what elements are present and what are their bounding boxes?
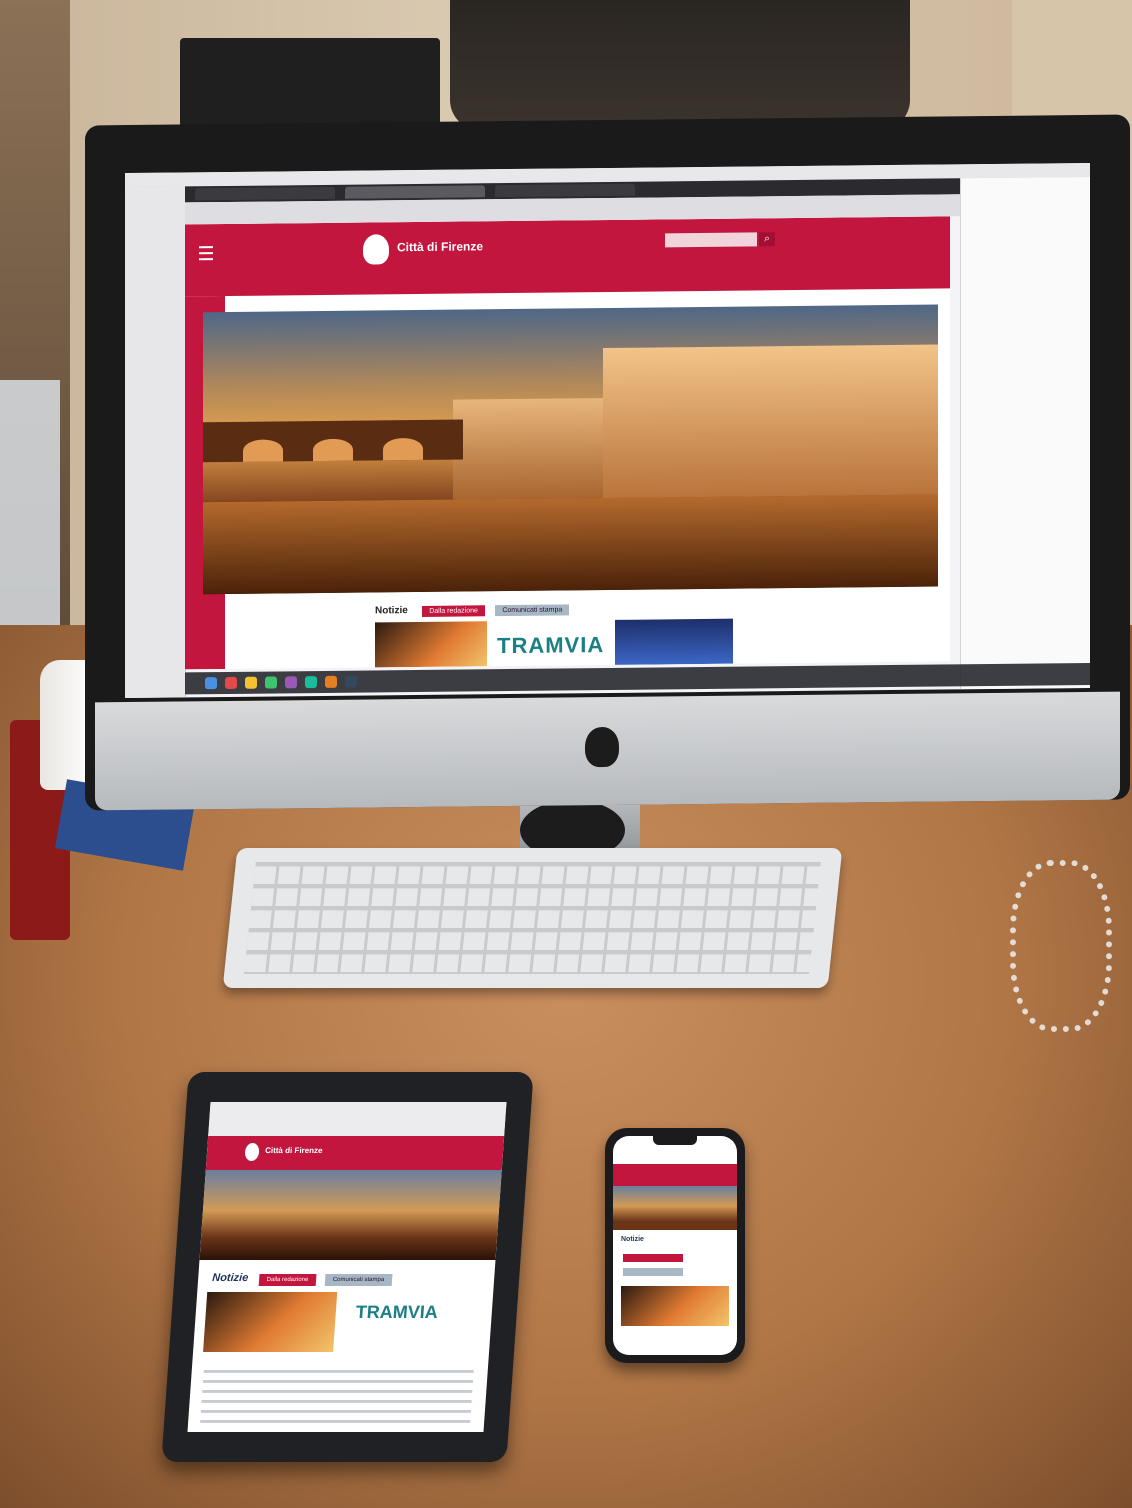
iphone-tab-comunicati-stampa[interactable] [623,1268,683,1276]
apple-logo-icon [585,726,619,768]
ipad-hero-image [199,1170,502,1260]
imac-chin [95,691,1120,811]
iphone-site-header [613,1164,737,1186]
ipad-tab-comunicati-stampa[interactable]: Comunicati stampa [324,1274,393,1286]
news-title: Notizie [375,605,408,617]
iphone-notch [653,1136,697,1145]
coiled-phone-cable [1010,860,1112,1032]
ipad-screen: Città di Firenze Notizie Dalla redazione… [187,1102,507,1432]
browser-tab[interactable] [495,183,635,198]
apple-keyboard [222,848,843,988]
tramvia-logo-text: TRAMVIA [497,632,605,659]
dock-app-icon[interactable] [245,676,257,689]
site-search-input[interactable] [665,232,757,248]
florence-lily-crest-icon [244,1143,260,1161]
ipad-article-text-lines [199,1370,474,1425]
dock-app-icon[interactable] [265,676,277,689]
ipad-browser-bar [208,1102,507,1136]
keyboard-keys [244,862,821,974]
iphone-news-title: Notizie [621,1236,644,1243]
ipad-news-thumbnail-candle[interactable] [203,1292,338,1352]
hero-river-reflection [203,494,938,595]
search-icon[interactable]: ⌕ [759,232,775,247]
desk-scene: Città di Firenze ⌕ Notizie Dalla redazio… [0,0,1132,1508]
editor-right-panel [960,176,1090,690]
ipad-news-header: Notizie Dalla redazione Comunicati stamp… [212,1268,397,1286]
site-header: Città di Firenze ⌕ [185,216,950,297]
person-in-background [450,0,910,130]
hero-building [453,397,613,500]
ipad-tablet: Città di Firenze Notizie Dalla redazione… [161,1072,534,1462]
dock-app-icon[interactable] [225,676,237,690]
iphone-news-thumbnail[interactable] [621,1286,729,1326]
ipad-site-title[interactable]: Città di Firenze [265,1146,323,1155]
news-thumbnail-candle[interactable] [375,621,487,668]
browser-tab[interactable] [195,186,335,201]
dock-app-icon[interactable] [345,675,357,688]
hero-bridge-arch [383,437,423,461]
florence-lily-crest-icon [363,234,389,265]
hamburger-menu-icon[interactable] [199,246,213,261]
iphone-screen: Notizie [613,1136,737,1355]
tab-dalla-redazione[interactable]: Dalla redazione [422,605,485,617]
tab-comunicati-stampa[interactable]: Comunicati stampa [495,604,570,617]
imac-screen: Città di Firenze ⌕ Notizie Dalla redazio… [125,162,1090,699]
window-light [0,380,60,630]
ipad-tramvia-logo-text: TRAMVIA [355,1302,439,1322]
ipad-tab-dalla-redazione[interactable]: Dalla redazione [258,1274,317,1286]
dock-app-icon[interactable] [325,675,337,688]
editor-left-panel [125,186,186,699]
ipad-site-header: Città di Firenze [205,1136,505,1170]
news-section-header: Notizie Dalla redazione Comunicati stamp… [375,598,575,618]
website-preview: Città di Firenze ⌕ Notizie Dalla redazio… [185,216,950,670]
dock-app-icon[interactable] [285,676,297,689]
ipad-news-title: Notizie [211,1272,249,1284]
hero-bridge-arch [243,439,283,462]
iphone: Notizie [605,1128,745,1363]
hero-uffizi-building [603,344,938,499]
site-title[interactable]: Città di Firenze [397,239,483,254]
news-thumbnail-church[interactable] [615,618,733,665]
iphone-hero-image [613,1186,737,1230]
dock-app-icon[interactable] [305,676,317,689]
dock-app-icon[interactable] [205,677,217,690]
hero-image-ponte-vecchio [203,304,938,595]
imac-monitor: Città di Firenze ⌕ Notizie Dalla redazio… [85,114,1130,811]
iphone-tab-dalla-redazione[interactable] [623,1254,683,1262]
browser-tab-active[interactable] [345,185,485,199]
hero-bridge-arch [313,438,353,462]
